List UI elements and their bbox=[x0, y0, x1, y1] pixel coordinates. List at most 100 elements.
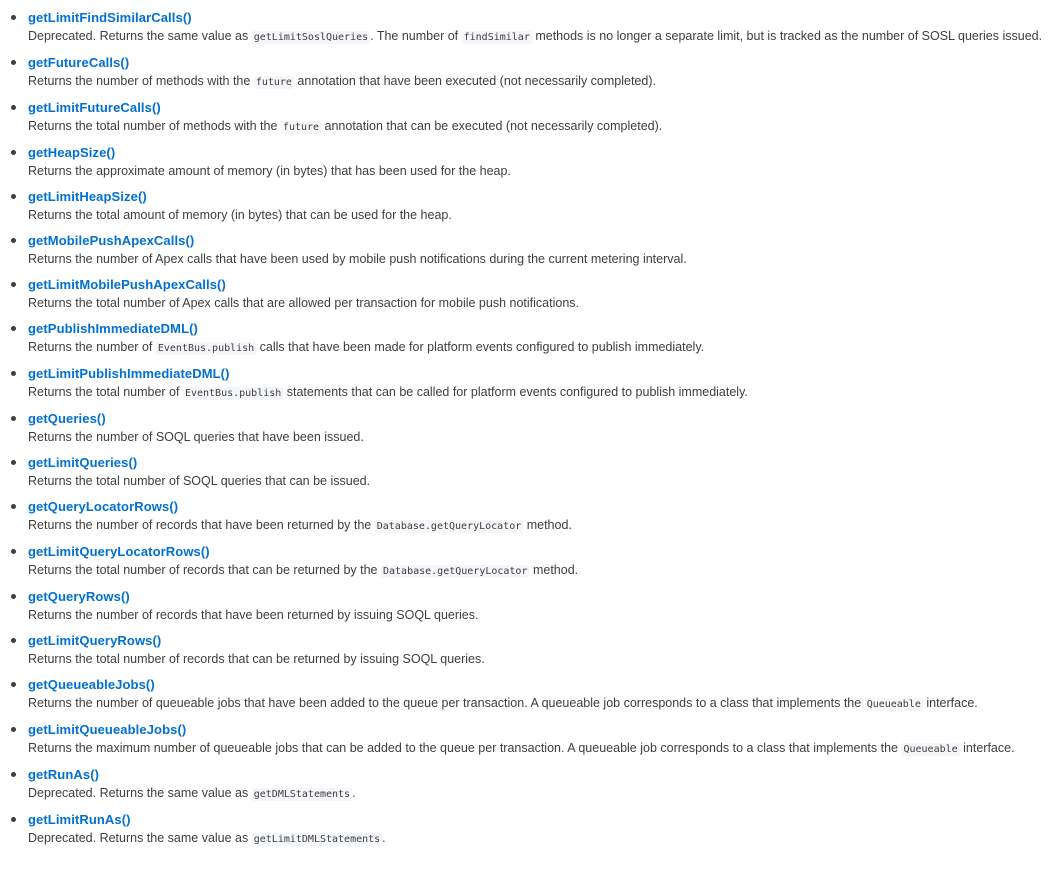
description-text: Returns the approximate amount of memory… bbox=[28, 164, 511, 178]
method-list-item: getQueries() Returns the number of SOQL q… bbox=[0, 410, 1052, 447]
method-list-item: getQueryRows() Returns the number of reco… bbox=[0, 588, 1052, 625]
bullet-icon bbox=[11, 371, 16, 376]
bullet-icon bbox=[11, 282, 16, 287]
method-description: Returns the total number of EventBus.pub… bbox=[28, 383, 1052, 403]
description-text: Returns the number of bbox=[28, 340, 156, 354]
description-text: . bbox=[352, 786, 356, 800]
description-text: Returns the total number of records that… bbox=[28, 652, 485, 666]
method-name-link[interactable]: getQueueableJobs() bbox=[28, 676, 1052, 694]
description-text: Returns the total number of bbox=[28, 385, 183, 399]
description-text: . bbox=[382, 831, 386, 845]
description-text: method. bbox=[523, 518, 572, 532]
method-description: Returns the maximum number of queueable … bbox=[28, 739, 1052, 759]
description-text: Returns the number of records that have … bbox=[28, 518, 375, 532]
method-description: Returns the total number of methods with… bbox=[28, 117, 1052, 137]
method-name-link[interactable]: getQueries() bbox=[28, 410, 1052, 428]
bullet-icon bbox=[11, 817, 16, 822]
method-name-link[interactable]: getHeapSize() bbox=[28, 144, 1052, 162]
method-description: Returns the number of records that have … bbox=[28, 516, 1052, 536]
description-text: Deprecated. Returns the same value as bbox=[28, 29, 252, 43]
method-list-item: getQueueableJobs() Returns the number of … bbox=[0, 676, 1052, 714]
description-text: annotation that can be executed (not nec… bbox=[321, 119, 663, 133]
inline-code: getDMLStatements bbox=[251, 788, 353, 801]
bullet-icon bbox=[11, 60, 16, 65]
method-description: Returns the number of Apex calls that ha… bbox=[28, 250, 1052, 269]
method-name-link[interactable]: getLimitFindSimilarCalls() bbox=[28, 9, 1052, 27]
method-list-item: getQueryLocatorRows() Returns the number … bbox=[0, 498, 1052, 536]
method-description: Returns the number of SOQL queries that … bbox=[28, 428, 1052, 447]
description-text: method. bbox=[529, 563, 579, 577]
method-name-link[interactable]: getLimitQueryRows() bbox=[28, 632, 1052, 650]
inline-code: EventBus.publish bbox=[155, 342, 257, 355]
bullet-icon bbox=[11, 326, 16, 331]
method-name-link[interactable]: getQueryLocatorRows() bbox=[28, 498, 1052, 516]
method-name-link[interactable]: getRunAs() bbox=[28, 766, 1052, 784]
method-list-item: getPublishImmediateDML() Returns the numb… bbox=[0, 320, 1052, 358]
inline-code: future bbox=[253, 76, 294, 89]
method-description: Returns the total number of Apex calls t… bbox=[28, 294, 1052, 313]
method-description: Returns the total amount of memory (in b… bbox=[28, 206, 1052, 225]
method-name-link[interactable]: getMobilePushApexCalls() bbox=[28, 232, 1052, 250]
inline-code: findSimilar bbox=[461, 31, 532, 44]
method-description: Deprecated. Returns the same value as ge… bbox=[28, 784, 1052, 804]
method-description: Deprecated. Returns the same value as ge… bbox=[28, 27, 1052, 47]
method-name-link[interactable]: getPublishImmediateDML() bbox=[28, 320, 1052, 338]
description-text: Returns the number of queueable jobs tha… bbox=[28, 696, 865, 710]
method-list: getLimitFindSimilarCalls() Deprecated. Re… bbox=[0, 9, 1052, 849]
description-text: Returns the total number of records that… bbox=[28, 563, 381, 577]
method-list-item: getLimitHeapSize() Returns the total amou… bbox=[0, 188, 1052, 225]
method-name-link[interactable]: getLimitHeapSize() bbox=[28, 188, 1052, 206]
description-text: interface. bbox=[922, 696, 978, 710]
description-text: calls that have been made for platform e… bbox=[256, 340, 705, 354]
method-name-link[interactable]: getLimitQueries() bbox=[28, 454, 1052, 472]
bullet-icon bbox=[11, 416, 16, 421]
description-text: Returns the total number of methods with… bbox=[28, 119, 281, 133]
method-list-item: getLimitQueries() Returns the total numbe… bbox=[0, 454, 1052, 491]
description-text: methods is no longer a separate limit, b… bbox=[531, 29, 1043, 43]
method-list-item: getLimitMobilePushApexCalls() Returns the… bbox=[0, 276, 1052, 313]
method-list-item: getLimitQueryRows() Returns the total num… bbox=[0, 632, 1052, 669]
inline-code: EventBus.publish bbox=[182, 387, 284, 400]
method-name-link[interactable]: getLimitPublishImmediateDML() bbox=[28, 365, 1052, 383]
method-list-item: getLimitPublishImmediateDML() Returns the… bbox=[0, 365, 1052, 403]
inline-code: Database.getQueryLocator bbox=[374, 520, 524, 533]
description-text: Returns the total number of SOQL queries… bbox=[28, 474, 371, 488]
method-description: Returns the number of queueable jobs tha… bbox=[28, 694, 1052, 714]
description-text: Returns the maximum number of queueable … bbox=[28, 741, 902, 755]
bullet-icon bbox=[11, 150, 16, 155]
method-description: Returns the total number of records that… bbox=[28, 561, 1052, 581]
method-list-item: getLimitFindSimilarCalls() Deprecated. Re… bbox=[0, 9, 1052, 47]
description-text: Returns the number of Apex calls that ha… bbox=[28, 252, 687, 266]
method-name-link[interactable]: getLimitMobilePushApexCalls() bbox=[28, 276, 1052, 294]
description-text: annotation that have been executed (not … bbox=[293, 74, 656, 88]
bullet-icon bbox=[11, 460, 16, 465]
bullet-icon bbox=[11, 727, 16, 732]
inline-code: future bbox=[280, 121, 322, 134]
inline-code: Queueable bbox=[901, 743, 960, 756]
method-name-link[interactable]: getLimitQueryLocatorRows() bbox=[28, 543, 1052, 561]
bullet-icon bbox=[11, 638, 16, 643]
bullet-icon bbox=[11, 194, 16, 199]
bullet-icon bbox=[11, 15, 16, 20]
description-text: Deprecated. Returns the same value as bbox=[28, 831, 252, 845]
description-text: Deprecated. Returns the same value as bbox=[28, 786, 252, 800]
method-list-item: getMobilePushApexCalls() Returns the numb… bbox=[0, 232, 1052, 269]
method-list-item: getLimitQueryLocatorRows() Returns the to… bbox=[0, 543, 1052, 581]
inline-code: Database.getQueryLocator bbox=[380, 565, 530, 578]
description-text: Returns the total amount of memory (in b… bbox=[28, 208, 452, 222]
method-description: Returns the total number of SOQL queries… bbox=[28, 472, 1052, 491]
method-list-item: getLimitRunAs() Deprecated. Returns the s… bbox=[0, 811, 1052, 849]
method-name-link[interactable]: getQueryRows() bbox=[28, 588, 1052, 606]
description-text: Returns the total number of Apex calls t… bbox=[28, 296, 579, 310]
method-list-item: getRunAs() Deprecated. Returns the same v… bbox=[0, 766, 1052, 804]
method-description: Returns the total number of records that… bbox=[28, 650, 1052, 669]
inline-code: getLimitDMLStatements bbox=[251, 833, 383, 846]
method-name-link[interactable]: getLimitQueueableJobs() bbox=[28, 721, 1052, 739]
description-text: . The number of bbox=[370, 29, 462, 43]
description-text: interface. bbox=[959, 741, 1015, 755]
method-name-link[interactable]: getFutureCalls() bbox=[28, 54, 1052, 72]
method-list-item: getHeapSize() Returns the approximate amo… bbox=[0, 144, 1052, 181]
method-name-link[interactable]: getLimitRunAs() bbox=[28, 811, 1052, 829]
method-name-link[interactable]: getLimitFutureCalls() bbox=[28, 99, 1052, 117]
inline-code: Queueable bbox=[864, 698, 923, 711]
